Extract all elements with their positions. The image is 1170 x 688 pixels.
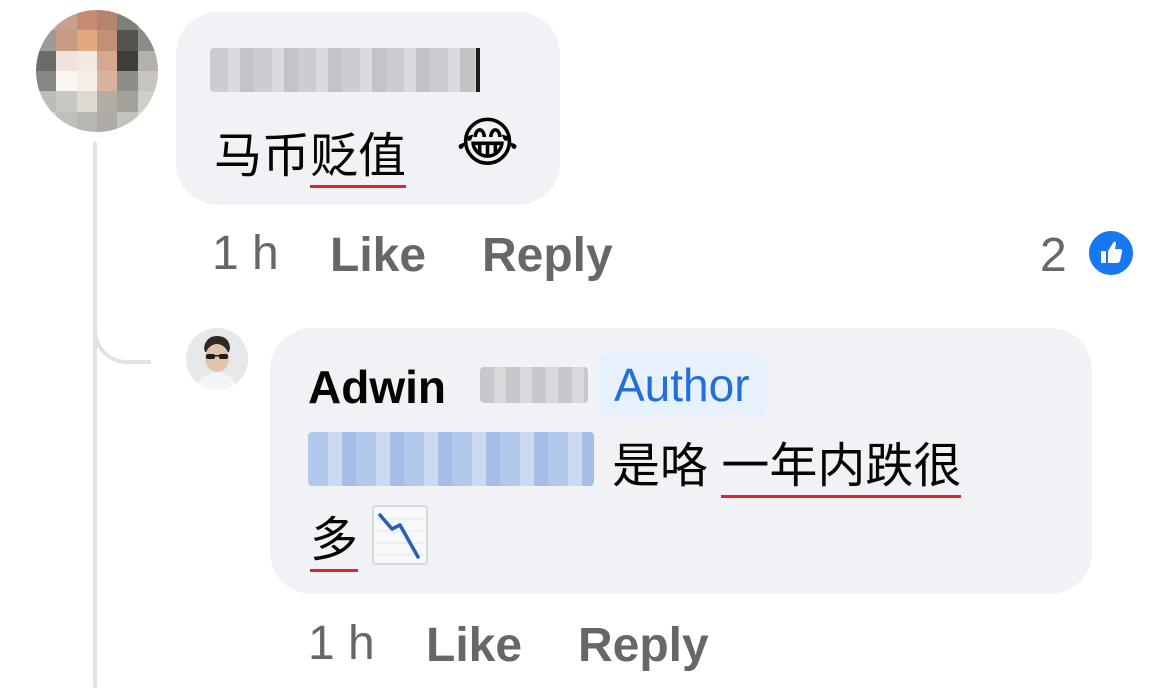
reply-button[interactable]: Reply bbox=[578, 618, 709, 673]
chart-decreasing-icon bbox=[372, 505, 428, 565]
comment-text: 马币贬值 bbox=[214, 116, 407, 188]
redacted-commenter-name[interactable] bbox=[210, 48, 480, 92]
author-badge: Author bbox=[598, 354, 766, 418]
redacted-author-surname[interactable] bbox=[480, 367, 588, 403]
comment-timestamp[interactable]: 1 h bbox=[308, 616, 375, 671]
like-button[interactable]: Like bbox=[426, 618, 522, 673]
comment-text-part: 是咯 bbox=[612, 440, 722, 493]
comment-text: 是咯 一年内跌很 bbox=[612, 426, 962, 498]
laughing-emoji-icon: 😂 bbox=[456, 113, 520, 173]
comment-thread: 马币贬值 😂 1 h Like Reply 2 Adwin Author 是咯 … bbox=[0, 0, 1170, 688]
avatar-pixelated-image bbox=[36, 10, 158, 132]
redacted-mention-link[interactable] bbox=[308, 432, 594, 486]
comment-text-continued: 多 bbox=[310, 500, 359, 572]
avatar[interactable] bbox=[36, 10, 158, 132]
comment-text-underlined: 多 bbox=[310, 514, 359, 572]
comment-timestamp[interactable]: 1 h bbox=[212, 226, 279, 281]
like-button[interactable]: Like bbox=[330, 228, 426, 283]
comment-text-underlined: 一年内跌很 bbox=[721, 440, 962, 498]
thread-line bbox=[93, 142, 97, 688]
like-icon[interactable] bbox=[1086, 228, 1136, 278]
reaction-count[interactable]: 2 bbox=[1040, 228, 1067, 283]
reply-button[interactable]: Reply bbox=[482, 228, 613, 283]
avatar[interactable] bbox=[186, 328, 248, 390]
author-name[interactable]: Adwin bbox=[308, 360, 446, 414]
comment-text-underlined: 贬值 bbox=[310, 130, 407, 188]
thread-connector bbox=[93, 300, 151, 364]
comment-text-part: 马币 bbox=[214, 130, 311, 183]
